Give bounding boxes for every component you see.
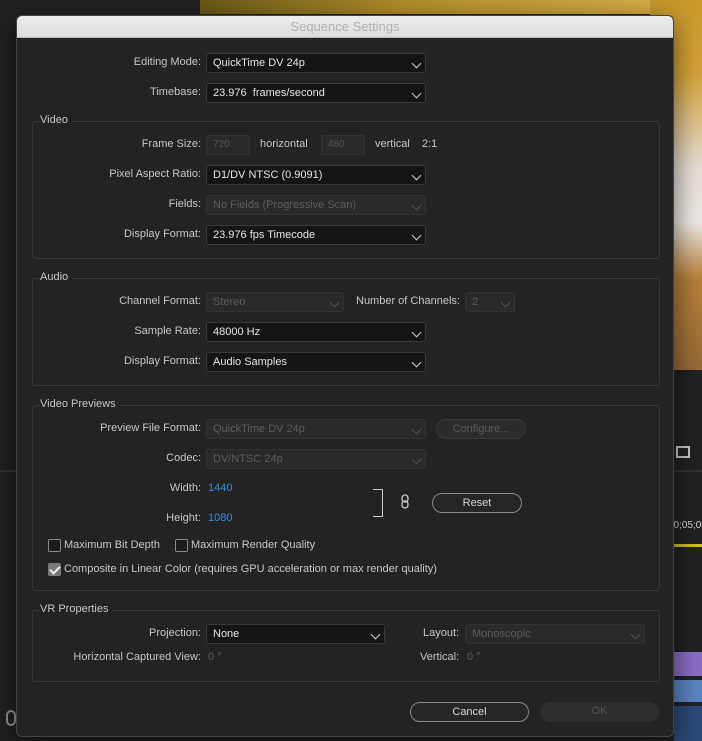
- editing-mode-value: QuickTime DV 24p: [213, 57, 305, 69]
- horizontal-captured-view-label: Horizontal Captured View:: [73, 651, 201, 663]
- channel-format-select[interactable]: Stereo: [206, 292, 344, 312]
- ok-button[interactable]: OK: [540, 702, 659, 722]
- composite-linear-color-checkbox[interactable]: [48, 563, 61, 576]
- number-of-channels-label: Number of Channels:: [356, 295, 460, 307]
- background-tool-icon[interactable]: [676, 446, 690, 458]
- timebase-label: Timebase:: [150, 86, 201, 98]
- fields-label: Fields:: [168, 198, 201, 210]
- projection-select[interactable]: None: [206, 624, 385, 644]
- video-display-format-select[interactable]: 23.976 fps Timecode: [206, 225, 426, 245]
- frame-height-field[interactable]: 480: [321, 135, 365, 155]
- frame-size-label: Frame Size:: [141, 138, 201, 150]
- frame-width-field[interactable]: 720: [206, 135, 250, 155]
- editing-mode-label: Editing Mode:: [133, 56, 201, 68]
- timeline-clip-blue[interactable]: [674, 680, 702, 702]
- timeline-audio-waveform[interactable]: [674, 706, 702, 741]
- cancel-button[interactable]: Cancel: [410, 702, 529, 722]
- editing-mode-select[interactable]: QuickTime DV 24p: [206, 53, 426, 73]
- chevron-down-icon: [370, 629, 381, 640]
- pixel-aspect-ratio-label: Pixel Aspect Ratio:: [109, 168, 201, 180]
- sample-rate-label: Sample Rate:: [134, 325, 201, 337]
- maximum-render-quality-checkbox[interactable]: [175, 539, 188, 552]
- codec-label: Codec:: [166, 452, 201, 464]
- channel-format-label: Channel Format:: [119, 295, 201, 307]
- dialog-title: Sequence Settings: [17, 16, 673, 38]
- microphone-icon[interactable]: [6, 710, 16, 726]
- projection-value: None: [213, 628, 240, 640]
- video-display-format-value: 23.976 fps Timecode: [213, 229, 316, 241]
- preview-width-value[interactable]: 1440: [208, 482, 232, 494]
- background-video-frame-top: [200, 0, 702, 14]
- vr-vertical-label: Vertical:: [420, 651, 460, 663]
- chevron-down-icon: [411, 424, 422, 435]
- number-of-channels-select[interactable]: 2: [465, 292, 515, 312]
- timeline-clip-purple[interactable]: [674, 652, 702, 676]
- video-previews-group-title: Video Previews: [40, 398, 120, 410]
- preview-height-value[interactable]: 1080: [208, 512, 232, 524]
- vr-properties-group-title: VR Properties: [40, 603, 113, 615]
- chevron-down-icon: [411, 200, 422, 211]
- aspect-ratio-value: 2:1: [422, 138, 438, 150]
- layout-label: Layout:: [423, 627, 460, 639]
- chevron-down-icon: [411, 357, 422, 368]
- audio-display-format-value: Audio Samples: [213, 356, 287, 368]
- sample-rate-value: 48000 Hz: [213, 326, 261, 338]
- fields-select[interactable]: No Fields (Progressive Scan): [206, 195, 426, 215]
- audio-display-format-label: Display Format:: [123, 355, 201, 367]
- timebase-value: 23.976 frames/second: [213, 87, 325, 99]
- maximum-bit-depth-checkbox[interactable]: [48, 539, 61, 552]
- height-label: Height:: [166, 512, 201, 524]
- dimension-link-bracket: [373, 489, 383, 517]
- maximum-render-quality-label: Maximum Render Quality: [191, 539, 316, 551]
- codec-select[interactable]: DV/NTSC 24p: [206, 449, 426, 469]
- composite-linear-color-label: Composite in Linear Color (requires GPU …: [64, 563, 437, 575]
- chevron-down-icon: [411, 454, 422, 465]
- preview-file-format-label: Preview File Format:: [100, 422, 201, 434]
- number-of-channels-value: 2: [472, 296, 479, 308]
- sample-rate-select[interactable]: 48000 Hz: [206, 322, 426, 342]
- vertical-label: vertical: [375, 138, 410, 150]
- chevron-down-icon: [411, 170, 422, 181]
- preview-file-format-value: QuickTime DV 24p: [213, 423, 305, 435]
- layout-value: Monoscopic: [472, 628, 531, 640]
- fields-value: No Fields (Progressive Scan): [213, 199, 357, 211]
- video-display-format-label: Display Format:: [123, 228, 201, 240]
- audio-display-format-select[interactable]: Audio Samples: [206, 352, 426, 372]
- maximum-bit-depth-label: Maximum Bit Depth: [64, 539, 160, 551]
- preview-file-format-select[interactable]: QuickTime DV 24p: [206, 419, 426, 439]
- chevron-down-icon: [630, 629, 641, 640]
- configure-button[interactable]: Configure...: [436, 419, 526, 439]
- timeline-work-area-bar: [674, 544, 702, 547]
- chain-link-icon[interactable]: [401, 494, 409, 509]
- chevron-down-icon: [411, 88, 422, 99]
- width-label: Width:: [169, 482, 201, 494]
- projection-label: Projection:: [149, 627, 201, 639]
- video-group-title: Video: [40, 114, 72, 126]
- pixel-aspect-ratio-value: D1/DV NTSC (0.9091): [213, 169, 323, 181]
- channel-format-value: Stereo: [213, 296, 246, 308]
- audio-group-title: Audio: [40, 271, 73, 283]
- horizontal-captured-view-value[interactable]: 0 °: [208, 651, 222, 663]
- layout-select[interactable]: Monoscopic: [465, 624, 645, 644]
- chevron-down-icon: [500, 297, 511, 308]
- chevron-down-icon: [329, 297, 340, 308]
- chevron-down-icon: [411, 230, 422, 241]
- codec-value: DV/NTSC 24p: [213, 453, 283, 465]
- vr-properties-group: [32, 610, 660, 682]
- reset-button[interactable]: Reset: [432, 493, 522, 513]
- sequence-settings-dialog: Sequence Settings Editing Mode: QuickTim…: [16, 15, 674, 737]
- horizontal-label: horizontal: [260, 138, 308, 150]
- chevron-down-icon: [411, 327, 422, 338]
- pixel-aspect-ratio-select[interactable]: D1/DV NTSC (0.9091): [206, 165, 426, 185]
- chevron-down-icon: [411, 58, 422, 69]
- vr-vertical-value[interactable]: 0 °: [467, 651, 481, 663]
- timebase-select[interactable]: 23.976 frames/second: [206, 83, 426, 103]
